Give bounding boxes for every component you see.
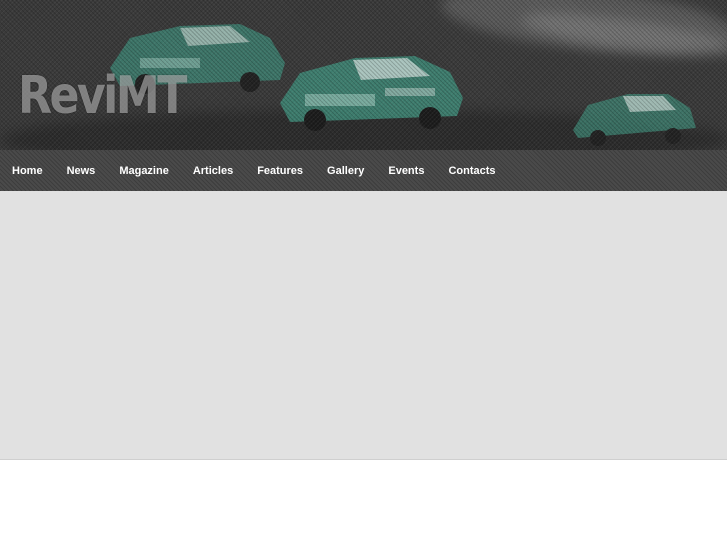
nav-item-news[interactable]: News [67, 165, 96, 177]
nav-item-home[interactable]: Home [12, 165, 43, 177]
nav-item-magazine[interactable]: Magazine [119, 165, 169, 177]
header-banner: ReviMT [0, 0, 727, 150]
nav-item-events[interactable]: Events [388, 165, 424, 177]
nav-item-contacts[interactable]: Contacts [448, 165, 495, 177]
race-car-image [280, 56, 463, 131]
page-footer [0, 460, 727, 545]
main-content-area [0, 191, 727, 460]
nav-item-gallery[interactable]: Gallery [327, 165, 364, 177]
main-navigation: Home News Magazine Articles Features Gal… [0, 150, 727, 191]
nav-item-articles[interactable]: Articles [193, 165, 233, 177]
race-car-image [573, 94, 696, 146]
nav-item-features[interactable]: Features [257, 165, 303, 177]
site-logo[interactable]: ReviMT [18, 66, 187, 126]
